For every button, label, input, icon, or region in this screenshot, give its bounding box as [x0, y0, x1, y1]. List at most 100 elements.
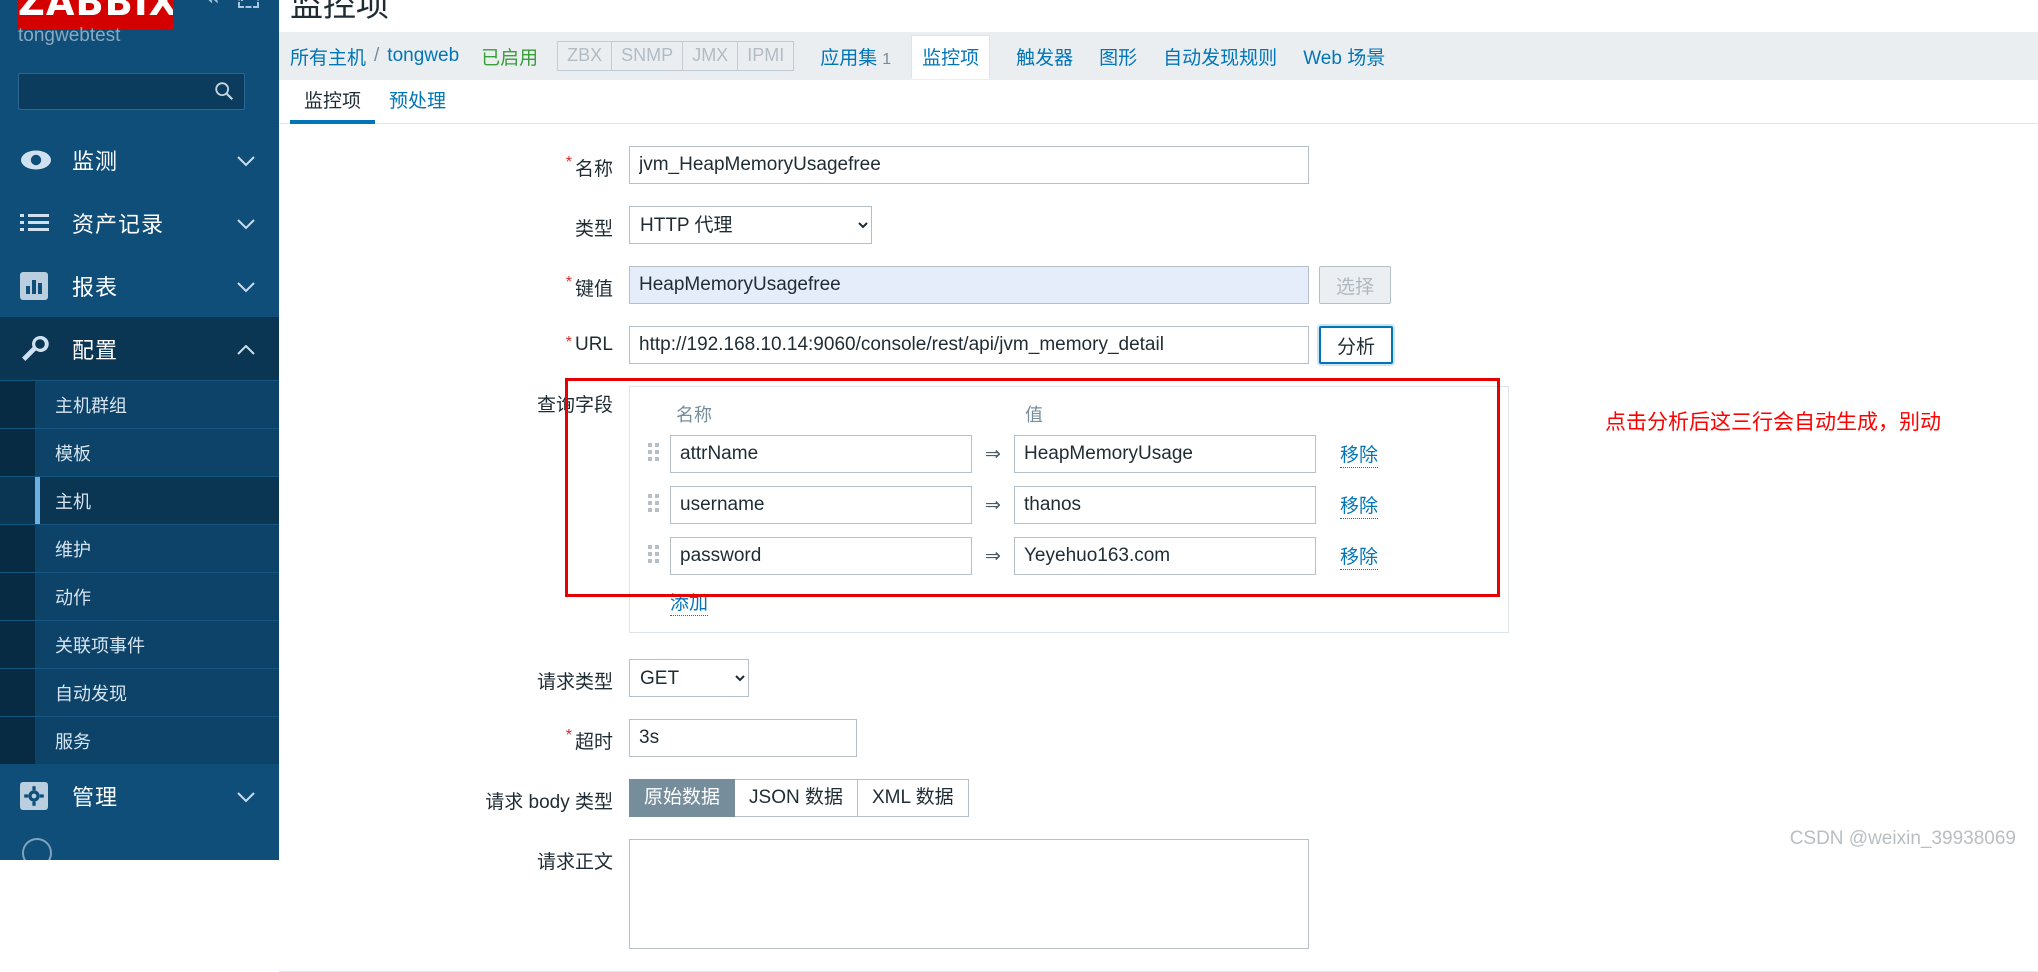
crumb-tab-triggers[interactable]: 触发器: [1016, 43, 1073, 70]
user-profile-icon[interactable]: [22, 838, 52, 860]
sidebar-item-configuration[interactable]: 配置: [0, 317, 279, 380]
compact-view-icon[interactable]: [238, 0, 259, 8]
query-value-input[interactable]: [1014, 435, 1316, 473]
protocol-chip-snmp[interactable]: SNMP: [611, 41, 684, 71]
query-fields-header: 名称 值: [648, 401, 1490, 427]
query-name-input[interactable]: [670, 537, 972, 575]
protocol-chip-jmx[interactable]: JMX: [682, 41, 739, 71]
request-body-textarea[interactable]: [629, 839, 1309, 949]
body-type-raw[interactable]: 原始数据: [629, 779, 736, 817]
item-form-card: 监控项 预处理 *名称 类型 HTTP 代理: [279, 80, 2038, 972]
label-text: 请求类型: [536, 672, 613, 693]
sidebar-item-administration[interactable]: 管理: [0, 764, 279, 827]
label-text: 请求 body 类型: [485, 792, 613, 813]
query-remove-link[interactable]: 移除: [1340, 542, 1379, 570]
query-value-input[interactable]: [1014, 486, 1316, 524]
form-row-type: 类型 HTTP 代理: [279, 206, 2038, 244]
chart-bar-icon: [20, 271, 60, 300]
chevron-down-icon: [237, 154, 255, 172]
drag-handle-icon[interactable]: [648, 545, 660, 567]
query-field-row: ⇒ 移除: [648, 486, 1490, 524]
sidebar-label-reports: 报表: [72, 274, 119, 300]
submenu-label: 自动发现: [55, 683, 127, 704]
sidebar-item-reports[interactable]: 报表: [0, 254, 279, 317]
tab-item[interactable]: 监控项: [290, 86, 376, 124]
timeout-input[interactable]: [629, 719, 857, 757]
crumb-tab-applications[interactable]: 应用集 1: [820, 43, 891, 70]
submenu-label: 维护: [55, 539, 91, 560]
submenu-label: 服务: [55, 731, 91, 752]
crumb-tab-items[interactable]: 监控项: [911, 35, 991, 79]
sidebar-item-discovery[interactable]: 自动发现: [0, 668, 279, 716]
key-select-button[interactable]: 选择: [1319, 266, 1392, 304]
chevron-down-icon: [237, 790, 255, 808]
chevron-down-icon: [237, 280, 255, 298]
query-add-link[interactable]: 添加: [670, 588, 709, 616]
host-status-enabled[interactable]: 已启用: [481, 43, 538, 70]
crumb-tab-count: 1: [882, 50, 892, 68]
breadcrumb-host[interactable]: tongweb: [387, 45, 459, 67]
crumb-tab-graphs[interactable]: 图形: [1099, 43, 1137, 70]
sidebar-item-event-correlation[interactable]: 关联项事件: [0, 620, 279, 668]
query-name-input[interactable]: [670, 486, 972, 524]
watermark: CSDN @weixin_39938069: [1789, 828, 2016, 849]
sidebar-item-templates[interactable]: 模板: [0, 428, 279, 476]
sidebar: ZABBIX « tongwebtest 监测: [0, 0, 279, 860]
sidebar-item-hosts[interactable]: 主机: [0, 476, 279, 524]
name-input[interactable]: [629, 146, 1309, 184]
sidebar-label-administration: 管理: [72, 784, 119, 810]
sidebar-item-monitoring[interactable]: 监测: [0, 128, 279, 191]
request-type-select[interactable]: GET: [629, 659, 749, 697]
type-select[interactable]: HTTP 代理: [629, 206, 872, 244]
form-row-request-body: 请求正文: [279, 839, 2038, 949]
sidebar-item-host-groups[interactable]: 主机群组: [0, 380, 279, 428]
label-text: 键值: [574, 279, 613, 300]
collapse-sidebar-icon[interactable]: «: [204, 0, 220, 10]
body-type-json[interactable]: JSON 数据: [735, 779, 858, 817]
form-row-key: *键值 选择: [279, 266, 2038, 304]
label-timeout: * 超时: [279, 719, 629, 754]
drag-handle-icon[interactable]: [648, 443, 660, 465]
crumb-tab-web-scenarios[interactable]: Web 场景: [1303, 43, 1385, 70]
query-remove-link[interactable]: 移除: [1340, 491, 1379, 519]
sidebar-label-monitoring: 监测: [72, 148, 119, 174]
submenu-label: 关联项事件: [55, 635, 145, 656]
drag-handle-icon[interactable]: [648, 494, 660, 516]
submenu-label: 模板: [55, 443, 91, 464]
query-col-value: 值: [1025, 405, 1043, 425]
label-query-fields: 查询字段: [279, 386, 629, 417]
query-fields-box: 名称 值 ⇒ 移除 ⇒: [629, 386, 1509, 633]
label-url: * URL: [279, 326, 629, 356]
main-content: 监控项 所有主机 / tongweb 已启用 ZBX SNMP JMX IPMI…: [279, 0, 2038, 972]
label-name: * 名称: [279, 146, 629, 181]
protocol-chips: ZBX SNMP JMX IPMI: [557, 41, 795, 71]
query-remove-link[interactable]: 移除: [1340, 440, 1379, 468]
arrow-icon: ⇒: [985, 494, 1001, 516]
label-key: * 键值: [279, 266, 629, 301]
label-text: 超时: [574, 732, 613, 753]
required-marker: *: [565, 727, 572, 744]
tab-preprocessing[interactable]: 预处理: [375, 86, 460, 123]
arrow-icon: ⇒: [985, 443, 1001, 465]
key-input[interactable]: [629, 266, 1309, 304]
breadcrumb-all-hosts[interactable]: 所有主机: [290, 43, 366, 70]
label-text: URL: [574, 334, 613, 355]
sidebar-item-inventory[interactable]: 资产记录: [0, 191, 279, 254]
crumb-tab-discovery-rules[interactable]: 自动发现规则: [1163, 43, 1277, 70]
submenu-label: 主机群组: [55, 395, 127, 416]
url-input[interactable]: [629, 326, 1309, 364]
item-form: *名称 类型 HTTP 代理 *键值: [279, 124, 2038, 949]
query-field-row: ⇒ 移除: [648, 537, 1490, 575]
form-row-timeout: * 超时: [279, 719, 2038, 757]
body-type-xml[interactable]: XML 数据: [857, 779, 969, 817]
breadcrumb: 所有主机 / tongweb 已启用 ZBX SNMP JMX IPMI 应用集…: [279, 32, 2038, 80]
sidebar-item-maintenance[interactable]: 维护: [0, 524, 279, 572]
query-value-input[interactable]: [1014, 537, 1316, 575]
protocol-chip-zbx[interactable]: ZBX: [557, 41, 613, 71]
sidebar-search[interactable]: [18, 73, 245, 110]
sidebar-item-services[interactable]: 服务: [0, 716, 279, 764]
protocol-chip-ipmi[interactable]: IPMI: [737, 41, 795, 71]
url-parse-button[interactable]: 分析: [1319, 326, 1394, 364]
query-name-input[interactable]: [670, 435, 972, 473]
sidebar-item-actions[interactable]: 动作: [0, 572, 279, 620]
